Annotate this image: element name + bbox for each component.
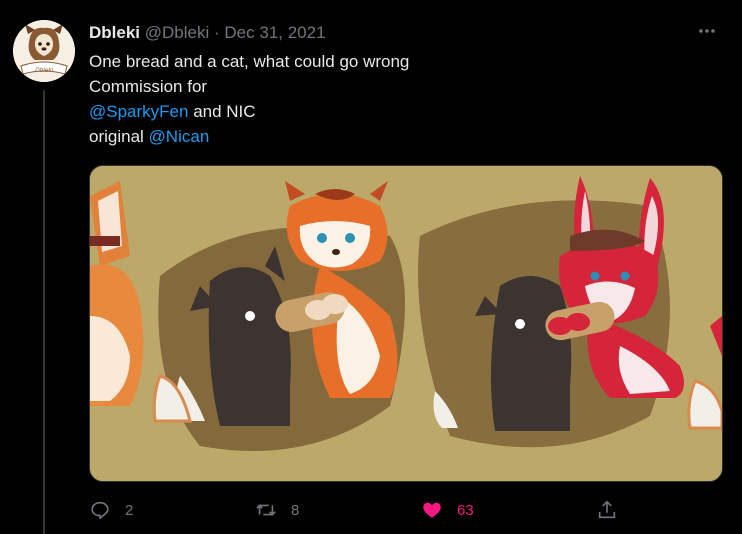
artwork-illustration — [90, 166, 722, 481]
tweet-text-line: original @Nican — [89, 124, 689, 149]
retweet-icon — [256, 504, 276, 516]
more-icon — [699, 29, 715, 33]
retweet-button[interactable]: 8 — [255, 498, 299, 522]
tweet-text: One bread and a cat, what could go wrong… — [89, 49, 689, 149]
meta-separator: · — [214, 23, 220, 42]
mention-link[interactable]: @SparkyFen — [89, 102, 188, 121]
avatar-caption: Dbleki — [35, 67, 54, 74]
avatar-image: Dbleki — [13, 20, 75, 82]
tweet-text-line: @SparkyFen and NIC — [89, 99, 689, 124]
like-count: 63 — [457, 501, 474, 519]
reply-count: 2 — [125, 501, 134, 519]
display-name[interactable]: Dbleki — [89, 23, 140, 42]
retweet-count: 8 — [291, 501, 300, 519]
share-icon — [598, 500, 616, 519]
tweet-header: Dbleki @Dbleki · Dec 31, 2021 — [89, 22, 682, 44]
tweet-text-line: Commission for — [89, 77, 208, 96]
action-bar: 2 8 63 — [89, 498, 649, 522]
reply-icon — [91, 501, 109, 520]
tweet-text-fragment: and NIC — [188, 102, 256, 121]
tweet-date[interactable]: Dec 31, 2021 — [224, 23, 325, 42]
mention-link[interactable]: @Nican — [149, 127, 210, 146]
share-button[interactable] — [596, 498, 618, 522]
tweet-text-line: One bread and a cat, what could go wrong — [89, 52, 410, 71]
tweet-text-fragment: original — [89, 127, 149, 146]
more-button[interactable] — [694, 20, 720, 46]
reply-button[interactable]: 2 — [89, 498, 133, 522]
heart-icon — [423, 502, 441, 518]
like-button[interactable]: 63 — [421, 498, 474, 522]
avatar[interactable]: Dbleki — [13, 20, 75, 82]
thread-line — [43, 90, 45, 534]
media-image[interactable] — [89, 165, 723, 482]
handle[interactable]: @Dbleki — [145, 23, 210, 42]
